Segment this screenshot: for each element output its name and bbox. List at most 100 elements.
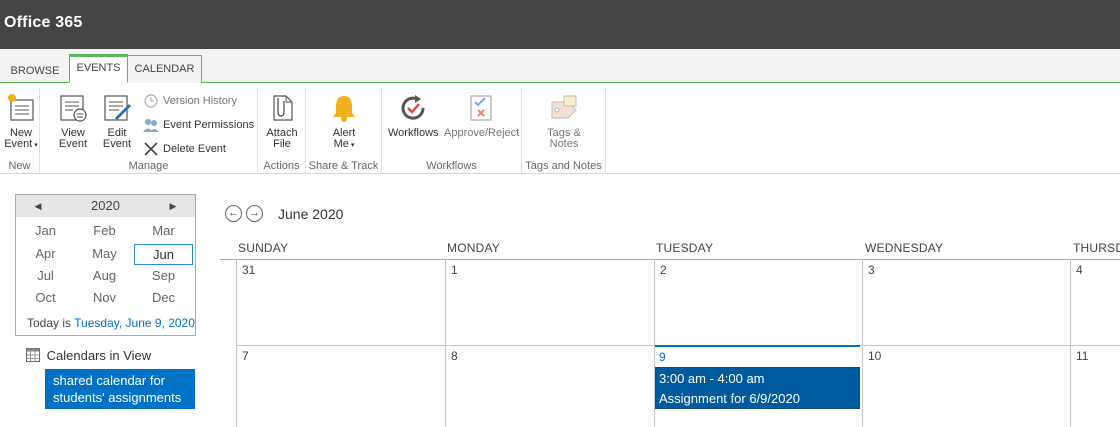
tab-browse[interactable]: BROWSE <box>8 63 62 83</box>
today-line: Today is Tuesday, June 9, 2020 <box>27 316 195 330</box>
view-event-icon <box>57 92 89 124</box>
version-history-label: Version History <box>163 95 237 107</box>
day-header-sunday: SUNDAY <box>238 241 289 255</box>
alert-me-button[interactable]: Alert Me ▾ <box>326 92 362 151</box>
delete-x-icon <box>143 141 159 157</box>
event-permissions-button[interactable]: Event Permissions <box>143 116 254 134</box>
day-header-thursday: THURSD <box>1073 241 1120 255</box>
delete-event-label: Delete Event <box>163 143 226 155</box>
day-cell-number[interactable]: 2 <box>660 263 667 277</box>
month-jun[interactable]: Jun <box>134 244 193 265</box>
group-label-actions: Actions <box>263 160 300 172</box>
edit-event-button[interactable]: Edit Event <box>99 92 135 150</box>
next-year-arrow-icon[interactable]: ▶ <box>163 195 183 217</box>
group-label-tags-notes: Tags and Notes <box>525 160 602 172</box>
tab-calendar[interactable]: CALENDAR <box>128 55 202 83</box>
day-cell-number[interactable]: 1 <box>451 263 458 277</box>
group-tags-notes: Tags & Notes Tags and Notes <box>522 88 606 174</box>
tab-events[interactable]: EVENTS <box>69 54 128 83</box>
calendar-grid-top-border <box>220 259 1120 260</box>
new-event-button[interactable]: New Event ▾ <box>4 92 38 151</box>
approve-reject-label: Approve/Reject <box>444 127 520 139</box>
app-brand[interactable]: Office 365 <box>4 14 82 32</box>
group-actions: Attach File Actions <box>258 88 306 174</box>
new-event-label-2: Event <box>4 138 33 150</box>
day-cell-number[interactable]: 10 <box>868 349 881 363</box>
year-bar: ◀ 2020 ▶ <box>16 195 195 217</box>
group-label-share-track: Share & Track <box>308 160 379 172</box>
today-indicator <box>655 345 860 347</box>
year-label: 2020 <box>91 198 120 213</box>
group-manage: View Event Edit Event Version History Ev… <box>40 88 258 174</box>
approve-reject-button[interactable]: Approve/Reject <box>444 92 520 139</box>
prev-year-arrow-icon[interactable]: ◀ <box>28 195 48 217</box>
month-apr[interactable]: Apr <box>16 244 75 265</box>
group-workflows: Workflows Approve/Reject Workflows <box>382 88 522 174</box>
permissions-icon <box>143 117 159 133</box>
month-sep[interactable]: Sep <box>134 266 193 287</box>
month-aug[interactable]: Aug <box>75 266 134 287</box>
suite-bar: Office 365 <box>0 0 1120 49</box>
tags-notes-button[interactable]: Tags & Notes <box>544 92 584 150</box>
view-event-label-2: Event <box>58 138 88 150</box>
calendars-in-view-header: Calendars in View <box>26 348 151 363</box>
day-header-monday: MONDAY <box>447 241 500 255</box>
today-prefix: Today is <box>27 316 72 330</box>
today-link[interactable]: Tuesday, June 9, 2020 <box>74 316 195 330</box>
group-new: New Event ▾ New <box>0 88 40 174</box>
calendars-in-view-title: Calendars in View <box>46 348 152 363</box>
calendar-grid-icon <box>26 348 40 362</box>
event-title: Assignment for 6/9/2020 <box>659 391 800 406</box>
month-jul[interactable]: Jul <box>16 266 75 287</box>
month-dec[interactable]: Dec <box>134 288 193 309</box>
day-cell-number-today[interactable]: 9 <box>659 350 666 364</box>
group-share-track: Alert Me ▾ Share & Track <box>306 88 382 174</box>
month-may[interactable]: May <box>75 244 134 265</box>
edit-event-label-2: Event <box>102 138 132 150</box>
date-picker: ◀ 2020 ▶ Jan Feb Mar Apr May Jun Jul Aug… <box>15 194 196 336</box>
workflows-label: Workflows <box>388 127 439 139</box>
alert-me-label-2: Me <box>333 138 349 150</box>
day-header-tuesday: TUESDAY <box>656 241 714 255</box>
day-cell-number[interactable]: 11 <box>1076 349 1088 363</box>
month-title: June 2020 <box>278 206 344 222</box>
month-oct[interactable]: Oct <box>16 288 75 309</box>
delete-event-button[interactable]: Delete Event <box>143 140 226 158</box>
calendar-in-view-item[interactable]: shared calendar for students' assignment… <box>45 369 195 409</box>
event-time: 3:00 am - 4:00 am <box>659 371 765 386</box>
grid-line <box>862 259 863 427</box>
grid-line <box>1070 259 1071 427</box>
month-nov[interactable]: Nov <box>75 288 134 309</box>
calendar-nav: ← → <box>225 205 267 223</box>
day-header-wednesday: WEDNESDAY <box>865 241 944 255</box>
prev-month-icon[interactable]: ← <box>225 205 242 223</box>
new-event-icon <box>5 92 37 124</box>
tags-notes-label-2: Notes <box>549 138 579 150</box>
attach-file-icon <box>266 92 298 124</box>
edit-event-icon <box>101 92 133 124</box>
month-jan[interactable]: Jan <box>16 221 75 242</box>
event-permissions-label: Event Permissions <box>163 119 255 131</box>
grid-line <box>236 259 237 427</box>
attach-file-button[interactable]: Attach File <box>264 92 300 150</box>
approve-reject-icon <box>465 92 497 124</box>
next-month-icon[interactable]: → <box>246 205 263 223</box>
bell-icon <box>328 92 360 124</box>
grid-line <box>445 259 446 427</box>
month-mar[interactable]: Mar <box>134 221 193 242</box>
day-cell-number[interactable]: 31 <box>242 263 255 277</box>
tags-notes-icon <box>548 92 580 124</box>
day-cell-number[interactable]: 8 <box>451 349 458 363</box>
view-event-button[interactable]: View Event <box>55 92 91 150</box>
ribbon: New Event ▾ New View Event Edit Event Ve… <box>0 84 1120 174</box>
version-history-button[interactable]: Version History <box>143 92 237 110</box>
workflows-icon <box>397 92 429 124</box>
day-cell-number[interactable]: 7 <box>242 349 249 363</box>
group-label-new: New <box>8 160 31 172</box>
day-cell-number[interactable]: 3 <box>868 263 875 277</box>
workflows-button[interactable]: Workflows <box>388 92 439 139</box>
version-history-icon <box>143 93 159 109</box>
day-cell-number[interactable]: 4 <box>1076 263 1083 277</box>
calendar-event[interactable]: 3:00 am - 4:00 am Assignment for 6/9/202… <box>655 367 860 409</box>
month-feb[interactable]: Feb <box>75 221 134 242</box>
